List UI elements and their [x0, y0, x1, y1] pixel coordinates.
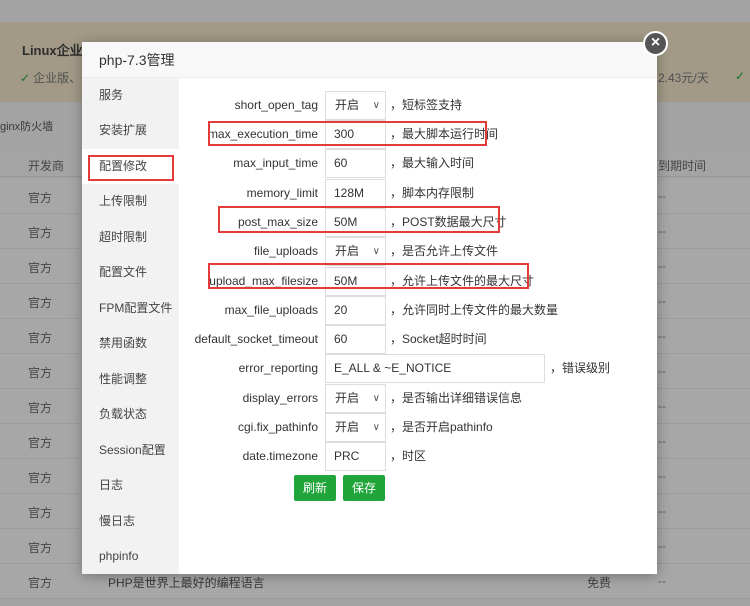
sidebar-item-4[interactable]: 上传限制	[82, 184, 179, 219]
field-label: short_open_tag	[234, 98, 318, 112]
field-input[interactable]: 60	[325, 325, 386, 354]
chevron-down-icon: ∨	[372, 422, 380, 433]
sidebar-item-1[interactable]: 服务	[82, 78, 179, 113]
highlight-box-upload-max-filesize	[208, 263, 529, 289]
field-label: memory_limit	[246, 186, 318, 200]
sidebar-item-12[interactable]: 日志	[82, 468, 179, 503]
sidebar-item-2[interactable]: 安装扩展	[82, 113, 179, 148]
sidebar-item-7[interactable]: FPM配置文件	[82, 291, 179, 326]
sidebar-item-13[interactable]: 慢日志	[82, 504, 179, 539]
sidebar-item-14[interactable]: phpinfo	[82, 539, 179, 574]
form-row-max-input-time: max_input_time 60 ，最大输入时间	[179, 149, 657, 178]
dialog-sidebar: 服务 安装扩展 配置修改 上传限制 超时限制 配置文件 FPM配置文件 禁用函数 性能调整 负载状…	[82, 78, 179, 574]
chevron-down-icon: ∨	[372, 246, 380, 257]
field-select[interactable]: 开启 ∨	[325, 91, 386, 120]
form-row-date-timezone: date.timezone PRC ，时区	[179, 442, 657, 471]
select-value: 开启	[335, 98, 360, 112]
field-hint: ，是否允许上传文件	[390, 244, 499, 258]
php-manager-dialog: php-7.3管理 服务 安装扩展 配置修改 上传限制 超时限制 配置文件 FPM配置文件禁…	[82, 42, 657, 574]
dialog-title: php-7.3管理	[82, 42, 657, 78]
field-label: cgi.fix_pathinfo	[237, 420, 318, 434]
field-label: date.timezone	[242, 449, 318, 463]
form-row-file-uploads: file_uploads 开启 ∨ ，是否允许上传文件	[179, 237, 657, 266]
field-label: file_uploads	[253, 244, 318, 258]
refresh-button[interactable]: 刷新	[294, 475, 337, 501]
field-label: max_input_time	[233, 156, 318, 170]
select-value: 开启	[335, 391, 360, 405]
form-row-default-socket-timeout: default_socket_timeout 60 ，Socket超时时间	[179, 325, 657, 354]
sidebar-item-5[interactable]: 超时限制	[82, 220, 179, 255]
chevron-down-icon: ∨	[372, 100, 380, 111]
field-input[interactable]: 60	[325, 149, 386, 178]
sidebar-item-6[interactable]: 配置文件	[82, 255, 179, 290]
field-hint: ，是否输出详细错误信息	[390, 391, 523, 405]
config-form: short_open_tag 开启 ∨ ，短标签支持 max_execution_tim…	[179, 78, 657, 574]
highlight-box-max-execution-time	[208, 121, 487, 146]
field-select[interactable]: 开启 ∨	[325, 384, 386, 413]
field-hint: ，允许同时上传文件的最大数量	[390, 303, 559, 317]
field-select[interactable]: 开启 ∨	[325, 413, 386, 442]
highlight-box-post-max-size	[218, 206, 500, 233]
field-input[interactable]: 20	[325, 296, 386, 325]
sidebar-item-11[interactable]: Session配置	[82, 433, 179, 468]
form-row-cgi-fix-pathinfo: cgi.fix_pathinfo 开启 ∨ ，是否开启pathinfo	[179, 413, 657, 442]
select-value: 开启	[335, 244, 360, 258]
sidebar-item-8[interactable]: 禁用函数	[82, 326, 179, 361]
form-row-short-open-tag: short_open_tag 开启 ∨ ，短标签支持	[179, 91, 657, 120]
field-hint: ，错误级别	[550, 361, 611, 375]
field-input[interactable]: 128M	[325, 179, 386, 208]
chevron-down-icon: ∨	[372, 393, 380, 404]
field-input[interactable]: PRC	[325, 442, 386, 471]
field-hint: ，短标签支持	[390, 98, 463, 112]
field-label: error_reporting	[238, 361, 318, 375]
form-row-error-reporting: error_reporting E_ALL & ~E_NOTICE ，错误级别	[179, 354, 657, 383]
field-hint: ，Socket超时时间	[390, 332, 487, 346]
form-row-max-file-uploads: max_file_uploads 20 ，允许同时上传文件的最大数量	[179, 296, 657, 325]
field-select[interactable]: 开启 ∨	[325, 237, 386, 266]
save-button[interactable]: 保存	[343, 475, 386, 501]
field-input[interactable]: E_ALL & ~E_NOTICE	[325, 354, 545, 383]
field-label: default_socket_timeout	[194, 332, 318, 346]
field-hint: ，脚本内存限制	[390, 186, 475, 200]
close-icon[interactable]: ×	[643, 31, 668, 56]
sidebar-item-9[interactable]: 性能调整	[82, 362, 179, 397]
field-hint: ，是否开启pathinfo	[390, 420, 493, 434]
select-value: 开启	[335, 420, 360, 434]
field-label: display_errors	[242, 391, 318, 405]
form-row-memory-limit: memory_limit 128M ，脚本内存限制	[179, 179, 657, 208]
field-hint: ，最大输入时间	[390, 156, 475, 170]
highlight-box-config-tab	[88, 155, 174, 181]
sidebar-item-10[interactable]: 负载状态	[82, 397, 179, 432]
field-hint: ，时区	[390, 449, 427, 463]
field-label: max_file_uploads	[224, 303, 318, 317]
form-row-display-errors: display_errors 开启 ∨ ，是否输出详细错误信息	[179, 384, 657, 413]
